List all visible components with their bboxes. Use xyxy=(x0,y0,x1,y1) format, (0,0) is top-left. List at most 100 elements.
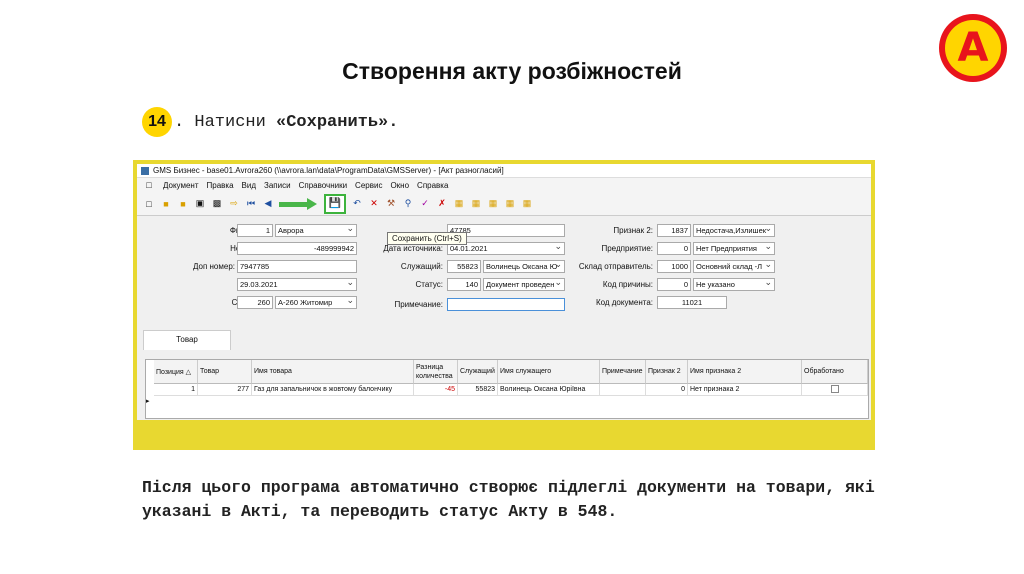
window-titlebar: GMS Бизнес - base01.Avrora260 (\\avrora.… xyxy=(137,164,871,178)
sign2-name-select[interactable]: Недостача,Излишек xyxy=(693,224,775,237)
note-label: Примечание: xyxy=(394,300,443,309)
column-header-note[interactable]: Примечание xyxy=(600,360,646,384)
menu-item-records[interactable]: Записи xyxy=(264,181,291,190)
status-label: Статус: xyxy=(415,280,443,289)
cell-employee[interactable]: 55823 xyxy=(458,384,498,396)
tab-strip: Товар xyxy=(137,330,871,350)
search-icon[interactable]: ⚲ xyxy=(402,198,414,210)
folder-icon[interactable]: ■ xyxy=(177,198,189,210)
doc-code-label: Код документа: xyxy=(595,298,653,307)
prev-icon[interactable]: ◀ xyxy=(262,198,274,210)
cell-position[interactable]: 1 xyxy=(154,384,198,396)
column-header-processed[interactable]: Обработано xyxy=(802,360,868,384)
step-number-badge: 14 xyxy=(142,107,172,137)
new-icon[interactable]: □ xyxy=(143,198,155,210)
menu-item-help[interactable]: Справка xyxy=(417,181,448,190)
report-icon[interactable]: ▦ xyxy=(521,198,533,210)
status-code-input[interactable]: 140 xyxy=(447,278,481,291)
column-header-sign2[interactable]: Признак 2 xyxy=(646,360,688,384)
goods-grid: Позиция △ Товар Имя товара Разница колич… xyxy=(145,359,869,419)
print-icon[interactable]: ▩ xyxy=(211,198,223,210)
sign2-label: Признак 2: xyxy=(613,226,653,235)
step-instruction: 14 . Натисни «Сохранить». xyxy=(142,107,398,137)
firm-name-select[interactable]: Аврора xyxy=(275,224,357,237)
processed-checkbox[interactable] xyxy=(830,385,839,394)
report-icon[interactable]: ▦ xyxy=(504,198,516,210)
column-header-sign2-name[interactable]: Имя признака 2 xyxy=(688,360,802,384)
approve-icon[interactable]: ✓ xyxy=(419,198,431,210)
window-title: GMS Бизнес - base01.Avrora260 (\\avrora.… xyxy=(153,166,504,175)
source-date-label: Дата источника: xyxy=(383,244,443,253)
menu-item-references[interactable]: Справочники xyxy=(299,181,347,190)
reason-code-input[interactable]: 0 xyxy=(657,278,691,291)
step-bold-text: «Сохранить». xyxy=(276,112,399,132)
column-header-qty-diff[interactable]: Разница количества xyxy=(414,360,458,384)
enterprise-name-select[interactable]: Нет Предприятия xyxy=(693,242,775,255)
tools-icon[interactable]: ⚒ xyxy=(385,198,397,210)
menu-bar: □ Документ Правка Вид Записи Справочники… xyxy=(137,178,871,192)
sender-wh-label: Склад отправитель: xyxy=(578,262,653,271)
reason-name-select[interactable]: Не указано xyxy=(693,278,775,291)
status-name-select[interactable]: Документ проведен xyxy=(483,278,565,291)
cell-note[interactable] xyxy=(600,384,646,396)
enterprise-code-input[interactable]: 0 xyxy=(657,242,691,255)
menu-item-service[interactable]: Сервис xyxy=(355,181,382,190)
enterprise-label: Предприятие: xyxy=(601,244,653,253)
open-icon[interactable]: ■ xyxy=(160,198,172,210)
export-icon[interactable]: ⇨ xyxy=(228,198,240,210)
document-icon: □ xyxy=(146,180,152,190)
cell-sign2-name[interactable]: Нет признака 2 xyxy=(688,384,802,396)
note-input[interactable] xyxy=(447,298,565,311)
menu-item-document[interactable]: Документ xyxy=(163,181,199,190)
warehouse-name-select[interactable]: А-260 Житомир xyxy=(275,296,357,309)
report-icon[interactable]: ▦ xyxy=(487,198,499,210)
cell-qty-diff[interactable]: -45 xyxy=(414,384,458,396)
column-header-employee-name[interactable]: Имя служащего xyxy=(498,360,600,384)
save-tooltip: Сохранить (Ctrl+S) xyxy=(387,232,467,245)
cell-employee-name[interactable]: Волинець Оксана Юріївна xyxy=(498,384,600,396)
report-icon[interactable]: ▦ xyxy=(453,198,465,210)
number-input[interactable]: -489999942 xyxy=(237,242,357,255)
ext-number-input[interactable]: 7947785 xyxy=(237,260,357,273)
cell-goods-name[interactable]: Газ для запальничок в жовтому балончику xyxy=(252,384,414,396)
employee-name-select[interactable]: Волинець Оксана Ю xyxy=(483,260,565,273)
preview-icon[interactable]: ▣ xyxy=(194,198,206,210)
column-header-goods-name[interactable]: Имя товара xyxy=(252,360,414,384)
reject-icon[interactable]: ✗ xyxy=(436,198,448,210)
column-header-employee[interactable]: Служащий xyxy=(458,360,498,384)
date-input[interactable]: 29.03.2021 xyxy=(237,278,357,291)
step-text: . Натисни «Сохранить». xyxy=(174,113,398,132)
app-window: GMS Бизнес - base01.Avrora260 (\\avrora.… xyxy=(137,164,871,446)
warehouse-code-input[interactable]: 260 xyxy=(237,296,273,309)
reason-label: Код причины: xyxy=(602,280,653,289)
employee-code-input[interactable]: 55823 xyxy=(447,260,481,273)
menu-item-window[interactable]: Окно xyxy=(390,181,409,190)
slide-title: Створення акту розбіжностей xyxy=(342,58,682,84)
save-button[interactable]: 💾 xyxy=(324,193,346,214)
sender-wh-code-input[interactable]: 1000 xyxy=(657,260,691,273)
column-header-position[interactable]: Позиция △ xyxy=(154,360,198,384)
first-icon[interactable]: ⏮ xyxy=(245,198,257,210)
menu-item-view[interactable]: Вид xyxy=(242,181,256,190)
undo-icon[interactable]: ↶ xyxy=(351,198,363,210)
sender-wh-name-select[interactable]: Основний склад -Л xyxy=(693,260,775,273)
cell-goods[interactable]: 277 xyxy=(198,384,252,396)
app-icon xyxy=(141,166,149,175)
row-pointer-icon: ▸ xyxy=(146,398,150,405)
document-form: Фирма: 1 Аврора Номер: -489999942 Доп но… xyxy=(137,216,871,326)
description-text: Після цього програма автоматично створює… xyxy=(142,478,875,521)
menu-item-edit[interactable]: Правка xyxy=(207,181,234,190)
pointer-arrow-icon xyxy=(279,197,319,210)
column-header-goods[interactable]: Товар xyxy=(198,360,252,384)
delete-icon[interactable]: ✕ xyxy=(368,198,380,210)
firm-code-input[interactable]: 1 xyxy=(237,224,273,237)
ext-number-label: Доп номер: xyxy=(193,262,235,271)
tab-goods[interactable]: Товар xyxy=(143,330,231,350)
doc-code-input[interactable]: 11021 xyxy=(657,296,727,309)
cell-processed[interactable] xyxy=(802,384,868,396)
toolbar: □ ■ ■ ▣ ▩ ⇨ ⏮ ◀ 💾 ↶ ✕ ⚒ ⚲ ✓ ✗ ▦ ▦ ▦ ▦ ▦ xyxy=(137,192,871,216)
sign2-code-input[interactable]: 1837 xyxy=(657,224,691,237)
screenshot-frame: GMS Бизнес - base01.Avrora260 (\\avrora.… xyxy=(133,160,875,450)
report-icon[interactable]: ▦ xyxy=(470,198,482,210)
cell-sign2[interactable]: 0 xyxy=(646,384,688,396)
